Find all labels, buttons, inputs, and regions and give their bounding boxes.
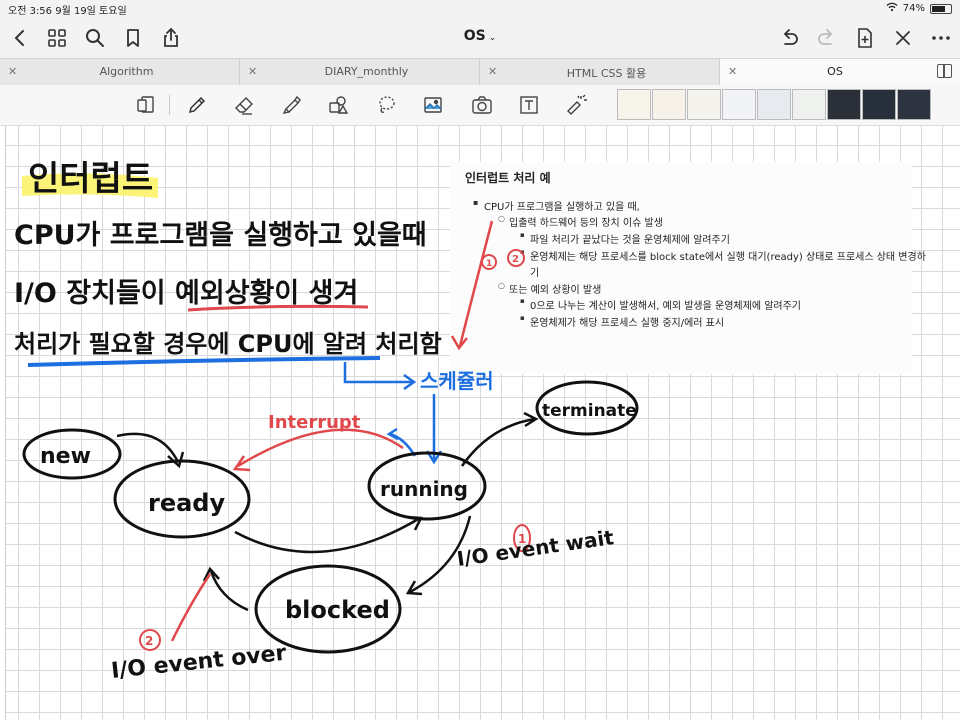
marker-2-circle-label: 2: [145, 634, 153, 648]
toolbar-divider: [169, 95, 170, 115]
state-ready-label: ready: [148, 489, 225, 517]
close-icon[interactable]: [891, 26, 915, 50]
wifi-icon: [886, 2, 898, 15]
status-time-date: 오전 3:56 9월 19일 토요일: [8, 6, 127, 17]
close-tab-icon[interactable]: ✕: [8, 65, 17, 78]
page-thumbnail[interactable]: [617, 89, 651, 120]
tab-os[interactable]: ✕ OS: [720, 59, 960, 87]
transition-running-terminate: [460, 417, 536, 467]
tab-html-css[interactable]: ✕ HTML CSS 활용: [480, 59, 720, 86]
tab-label: Algorithm: [99, 65, 154, 78]
blue-connector: [343, 362, 412, 384]
tool-bar: [0, 85, 960, 126]
handwritten-line-2: I/O 장치들이 예외상황이 생겨: [14, 278, 358, 309]
page-thumbnail[interactable]: [862, 89, 896, 120]
laser-icon[interactable]: [564, 93, 588, 117]
transition-ready-running: [234, 516, 421, 554]
marker-1: 1: [486, 259, 492, 269]
highlighter-icon[interactable]: [280, 93, 304, 117]
red-connector: [170, 573, 212, 642]
handwritten-line-1: CPU가 프로그램을 실행하고 있을때: [14, 220, 427, 251]
more-icon[interactable]: [929, 26, 953, 50]
battery-fill: [932, 5, 946, 12]
marker-2: 2: [512, 254, 519, 265]
handwriting-layer: 인터럽트 CPU가 프로그램을 실행하고 있을때 I/O 장치들이 예외상황이 …: [14, 159, 639, 684]
note-canvas[interactable]: 인터럽트 처리 예 CPU가 프로그램을 실행하고 있을 때, 입출력 하드웨어…: [0, 126, 960, 720]
tab-label: HTML CSS 활용: [566, 67, 647, 80]
lasso-icon[interactable]: [374, 93, 398, 117]
document-title-text: OS: [463, 28, 486, 44]
page-thumbnail[interactable]: [687, 89, 721, 120]
text-icon[interactable]: [517, 93, 541, 117]
undo-icon[interactable]: [777, 26, 801, 50]
tab-label: OS: [827, 65, 843, 78]
page-thumbnail[interactable]: [722, 89, 756, 120]
nav-bar: OS ⌄: [0, 18, 960, 58]
status-right: 74%: [886, 2, 952, 15]
page-thumbnail[interactable]: [897, 89, 931, 120]
image-icon[interactable]: [421, 93, 445, 117]
interrupt-label: Interrupt: [268, 412, 361, 433]
tab-algorithm[interactable]: ✕ Algorithm: [0, 59, 240, 86]
blue-underline: [27, 356, 381, 367]
handwritten-line-3: 처리가 필요할 경우에 CPU에 알려 처리함: [14, 330, 442, 358]
pen-icon[interactable]: [185, 93, 209, 117]
arrow-head-icon: [450, 335, 468, 351]
page-thumbnail[interactable]: [827, 89, 861, 120]
page-thumbnail[interactable]: [757, 89, 791, 120]
io-wait-label: I/O event wait: [455, 525, 615, 571]
state-blocked-label: blocked: [285, 596, 390, 624]
close-tab-icon[interactable]: ✕: [248, 65, 257, 78]
tab-diary-monthly[interactable]: ✕ DIARY_monthly: [240, 59, 480, 86]
page-thumbnail[interactable]: [792, 89, 826, 120]
tab-label: DIARY_monthly: [324, 65, 409, 78]
shapes-icon[interactable]: [326, 93, 350, 117]
scheduler-label: 스케쥴러: [420, 369, 494, 393]
chevron-down-icon: ⌄: [488, 33, 497, 43]
redo-icon[interactable]: [815, 26, 839, 50]
state-terminate-label: terminate: [542, 401, 637, 421]
eraser-icon[interactable]: [232, 93, 256, 117]
battery-icon: [930, 3, 952, 14]
heading-text: 인터럽트: [28, 159, 153, 199]
page-thumbnail[interactable]: [652, 89, 686, 120]
state-running-label: running: [380, 477, 468, 501]
pages-icon[interactable]: [134, 93, 158, 117]
add-page-icon[interactable]: [853, 26, 877, 50]
red-connector: [458, 220, 494, 347]
state-new-label: new: [40, 444, 91, 469]
close-tab-icon[interactable]: ✕: [488, 65, 497, 78]
close-tab-icon[interactable]: ✕: [728, 65, 737, 78]
io-over-label: I/O event over: [110, 641, 288, 684]
status-bar: 오전 3:56 9월 19일 토요일 74%: [0, 0, 960, 18]
camera-icon[interactable]: [470, 93, 494, 117]
tab-bar: ✕ Algorithm ✕ DIARY_monthly ✕ HTML CSS 활용 ✕…: [0, 58, 960, 87]
transition-interrupt: [237, 428, 404, 468]
battery-percent: 74%: [902, 3, 925, 14]
sidebar-toggle-icon[interactable]: [937, 64, 952, 78]
